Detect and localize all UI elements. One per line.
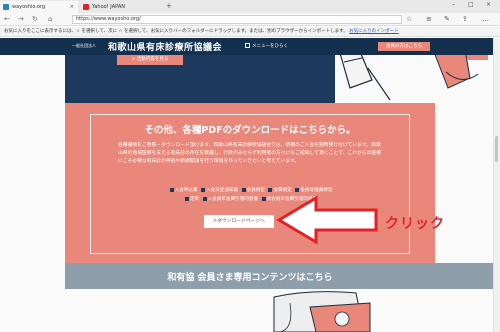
category-item[interactable]: 役員等推薦規定 <box>295 187 332 193</box>
favorite-star-icon[interactable]: ☆ <box>406 15 412 23</box>
tab-yahoo[interactable]: Yahoo! JAPAN <box>80 1 162 13</box>
site-favicon-icon <box>3 4 9 10</box>
import-favorites-link[interactable]: お気に入りのインポート <box>349 29 399 34</box>
address-bar: ← → ↻ ⌂ https://www.wayosho.org/ ☆ ≡ ✎ ⇪… <box>0 13 500 26</box>
activity-detail-button[interactable]: > 活動内容を見る <box>117 55 183 65</box>
menu-label: メニューをひらく <box>252 44 288 49</box>
logo-prefix: 一般社団法人 <box>72 43 96 48</box>
tab-wayosho[interactable]: wayoshio.org × <box>0 1 78 13</box>
category-item[interactable]: 定款 <box>184 196 199 202</box>
category-item[interactable]: 入会決定通知書 <box>200 187 238 193</box>
site-header: 一般社団法人 和歌山県有床診療所協議会 メニューをひらく 会員の方はこちら <box>0 38 500 55</box>
scrollbar-thumb[interactable] <box>495 136 498 162</box>
back-icon[interactable]: ← <box>4 15 10 23</box>
category-item[interactable]: 会費規定 <box>268 187 292 193</box>
new-tab-icon[interactable]: + <box>166 2 172 10</box>
more-icon[interactable]: … <box>482 15 489 23</box>
tab-close-icon[interactable]: × <box>70 4 74 10</box>
download-section-body: 各種書類をご参照・ダウンロード頂けます。和歌山県有床診療所協議会では、新規のご入… <box>118 143 382 164</box>
home-icon[interactable]: ⌂ <box>48 15 52 23</box>
maximize-icon[interactable]: □ <box>468 1 474 8</box>
page-scrollbar[interactable] <box>493 38 500 332</box>
category-item[interactable]: 入会申込書 <box>169 187 197 193</box>
annotation-arrow-icon <box>276 195 378 245</box>
pen-icon[interactable]: ✎ <box>444 15 450 23</box>
favorites-bar: お気に入りをここに表示するには、☆ を選択して、次に ☆ を選択して、お気に入り… <box>0 27 500 37</box>
yahoo-favicon-icon <box>83 4 89 10</box>
favorites-bar-text: お気に入りをここに表示するには、☆ を選択して、次に ☆ を選択して、お気に入り… <box>4 29 348 34</box>
tab-label: wayoshio.org <box>12 4 46 10</box>
tab-label: Yahoo! JAPAN <box>92 4 125 10</box>
category-item[interactable]: 入会員年会費引落同意書 <box>202 196 258 202</box>
minimize-icon[interactable]: – <box>452 1 455 8</box>
menu-icon <box>245 43 250 48</box>
forward-icon[interactable]: → <box>18 15 24 23</box>
share-icon[interactable]: ⇪ <box>462 15 468 23</box>
illustration-bottom <box>273 291 371 332</box>
tab-bar: wayoshio.org × Yahoo! JAPAN + – □ × <box>0 0 500 13</box>
site-logo[interactable]: 和歌山県有床診療所協議会 <box>108 40 222 53</box>
web-page: 一般社団法人 和歌山県有床診療所協議会 メニューをひらく 会員の方はこちら > … <box>0 38 500 332</box>
category-item[interactable]: 会員規定 <box>241 187 265 193</box>
menu-toggle[interactable]: メニューをひらく <box>245 43 288 49</box>
download-section-title: その他、各種PDFのダウンロードはこちらから。 <box>144 125 356 136</box>
member-login-button[interactable]: 会員の方はこちら <box>378 42 430 51</box>
members-section-title[interactable]: 和有協 会員さま専用コンテンツはこちら <box>65 270 435 283</box>
close-window-icon[interactable]: × <box>486 1 491 8</box>
url-field[interactable]: https://www.wayosho.org/ <box>72 15 402 24</box>
download-page-button[interactable]: >ダウンロードページへ <box>204 215 274 228</box>
activity-block <box>65 55 335 103</box>
refresh-icon[interactable]: ↻ <box>32 15 38 23</box>
reading-list-icon[interactable]: ≡ <box>426 15 432 23</box>
click-annotation-label: クリック <box>385 216 445 232</box>
